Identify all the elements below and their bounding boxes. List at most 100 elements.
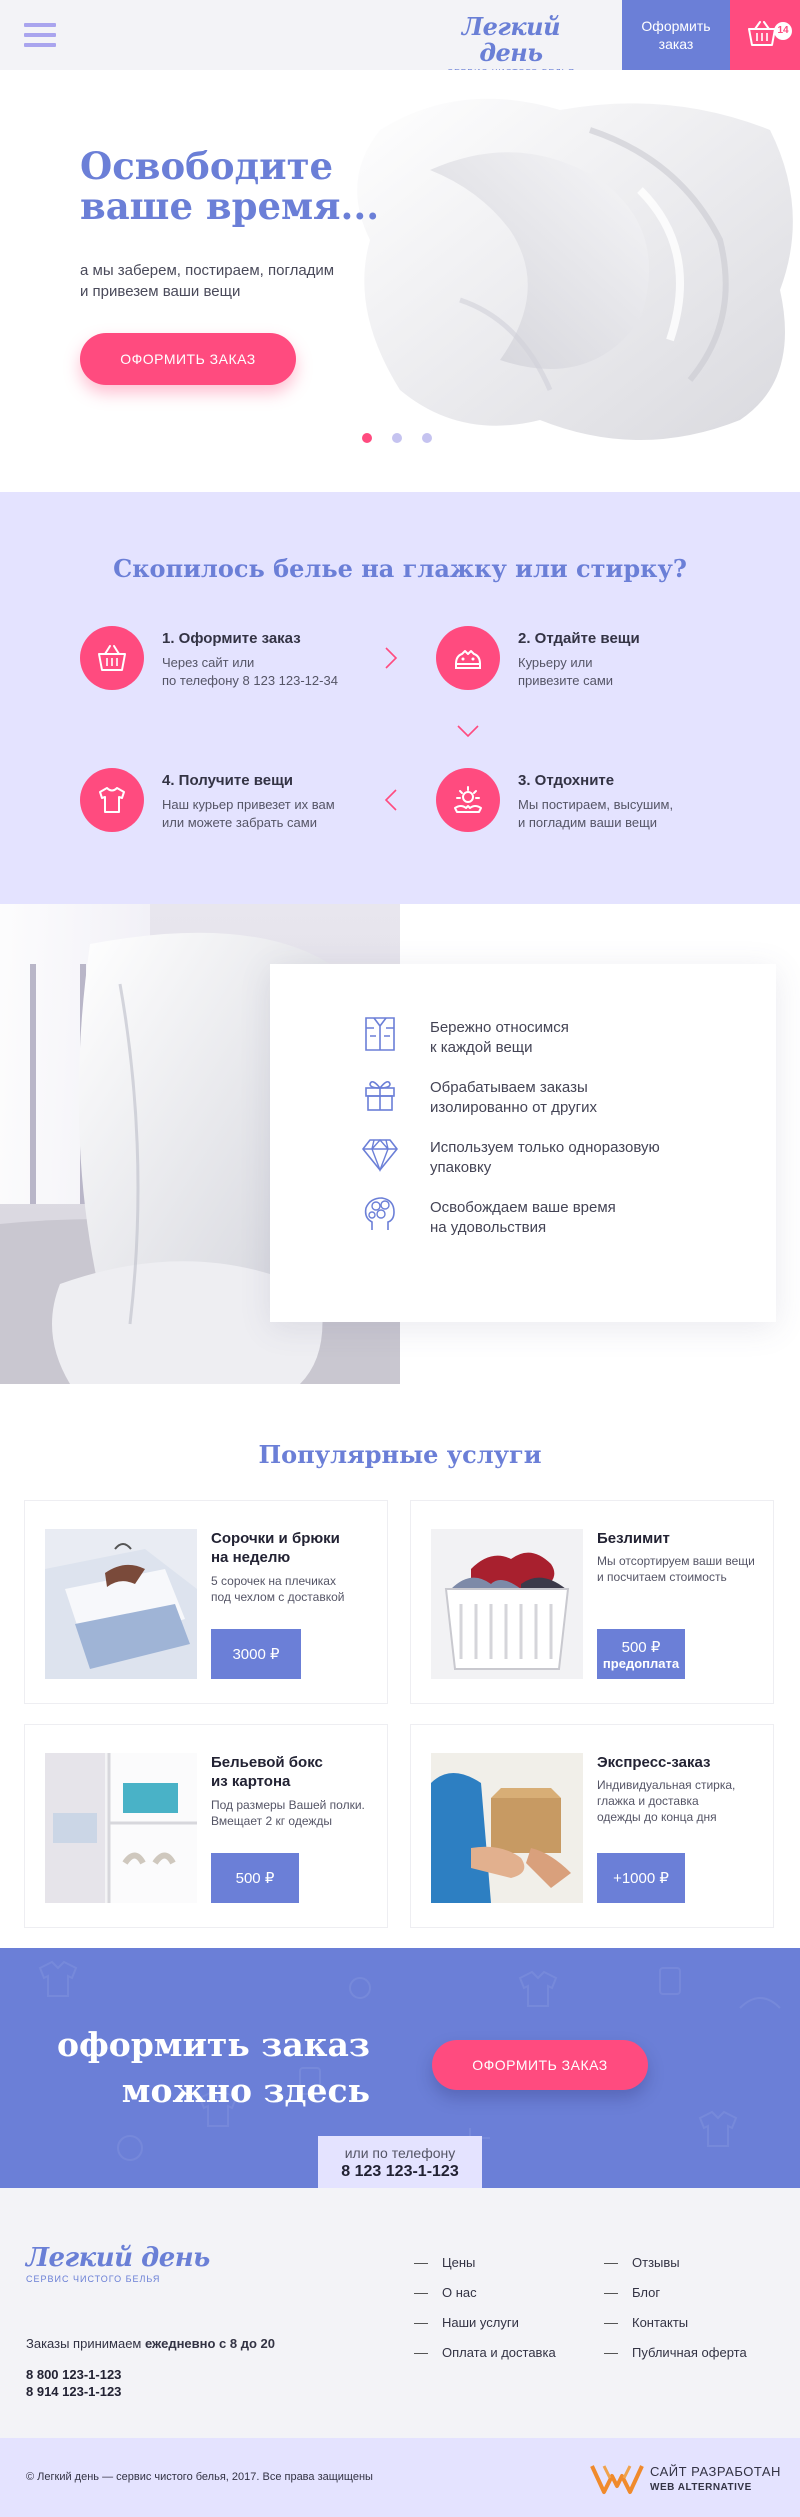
service-card-express[interactable]: Экспресс-заказ Индивидуальная стирка, гл… xyxy=(410,1724,774,1928)
copyright-text: © Легкий день — сервис чистого белья, 20… xyxy=(26,2471,373,2483)
menu-icon[interactable] xyxy=(24,23,56,47)
price-button-express[interactable]: +1000 ₽ xyxy=(597,1853,685,1903)
cart-button[interactable]: 14 xyxy=(730,0,800,70)
hero-slider: Освободите ваше время... а мы заберем, п… xyxy=(0,70,800,492)
step-1: 1. Оформите заказ Через сайт или по теле… xyxy=(80,626,380,696)
footer-link-blog[interactable]: Блог xyxy=(604,2284,747,2314)
step-3-circle xyxy=(436,768,500,832)
step-4-desc: Наш курьер привезет их вам или можете за… xyxy=(162,796,382,832)
hero-text-line2: и привезем ваши вещи xyxy=(80,283,241,300)
cta-title-line2: можно здесь xyxy=(121,2071,370,2110)
footer-link-about[interactable]: О нас xyxy=(414,2284,556,2314)
basket-icon xyxy=(748,21,776,46)
feature-item-3: Используем только одноразовую упаковку xyxy=(360,1134,740,1178)
feature-text-2: Обрабатываем заказы изолированно от друг… xyxy=(430,1078,597,1118)
service-card-box[interactable]: Бельевой бокс из картона Под размеры Ваш… xyxy=(24,1724,388,1928)
step-1-line2: по телефону 8 123 123-12-34 xyxy=(162,673,338,688)
card1-desc-line2: под чехлом с доставкой xyxy=(211,1590,345,1604)
hero-title: Освободите ваше время... xyxy=(80,146,440,226)
step-3-line2: и погладим ваши вещи xyxy=(518,815,658,830)
price-button-box[interactable]: 500 ₽ xyxy=(211,1853,299,1903)
price-button-unlimited[interactable]: 500 ₽ предоплата xyxy=(597,1629,685,1679)
slider-dot-3[interactable] xyxy=(422,433,432,443)
service-card-unlimited[interactable]: Безлимит Мы отсортируем ваши вещи и посч… xyxy=(410,1500,774,1704)
footer-phone-1[interactable]: 8 800 123-1-123 xyxy=(26,2366,121,2383)
hero-order-button[interactable]: Оформить заказ xyxy=(80,333,296,385)
developer-link[interactable]: Сайт разработан Web Alternative xyxy=(590,2460,790,2500)
card3-title-line1: Бельевой бокс xyxy=(211,1754,323,1771)
chevron-down-icon xyxy=(457,725,479,738)
step-1-circle xyxy=(80,626,144,690)
footer-bottom-bar: © Легкий день — сервис чистого белья, 20… xyxy=(0,2438,800,2517)
logo-name: Легкий день xyxy=(461,12,561,67)
shirt-icon xyxy=(99,787,125,813)
price-button-shirts[interactable]: 3000 ₽ xyxy=(211,1629,301,1679)
card2-price-sub: предоплата xyxy=(602,1655,680,1671)
footer-logo-name: Легкий день xyxy=(26,2243,210,2273)
order-hours: Заказы принимаем ежедневно с 8 до 20 xyxy=(26,2336,275,2351)
footer-phone-2[interactable]: 8 914 123-1-123 xyxy=(26,2383,121,2400)
laundry-basket-photo xyxy=(431,1529,583,1679)
order-cta-section: оформить заказ можно здесь Оформить зака… xyxy=(0,1948,800,2188)
footer-link-services[interactable]: Наши услуги xyxy=(414,2314,556,2344)
footer-link-offer[interactable]: Публичная оферта xyxy=(604,2344,747,2374)
hero-subtitle: а мы заберем, постираем, погладим и прив… xyxy=(80,260,380,302)
step-4-title: 4. Получите вещи xyxy=(162,772,293,789)
features-section: Бережно относимся к каждой вещи Обрабаты… xyxy=(0,904,800,1384)
step-1-line1: Через сайт или xyxy=(162,655,255,670)
card3-desc-line2: Вмещает 2 кг одежды xyxy=(211,1814,333,1828)
step-4-circle xyxy=(80,768,144,832)
service-desc-box: Под размеры Вашей полки. Вмещает 2 кг од… xyxy=(211,1797,387,1829)
clothes-pile-icon xyxy=(455,650,481,669)
cta-phone-number[interactable]: 8 123 123-1-123 xyxy=(318,2163,482,2181)
step-2-title: 2. Отдайте вещи xyxy=(518,630,640,647)
card4-desc-line2: глажка и доставка xyxy=(597,1794,699,1808)
service-card-shirts[interactable]: Сорочки и брюки на неделю 5 сорочек на п… xyxy=(24,1500,388,1704)
feature-1-line1: Бережно относимся xyxy=(430,1019,569,1036)
feature-item-2: Обрабатываем заказы изолированно от друг… xyxy=(360,1074,740,1118)
features-card: Бережно относимся к каждой вещи Обрабаты… xyxy=(270,964,776,1322)
footer-link-prices[interactable]: Цены xyxy=(414,2254,556,2284)
feature-2-line1: Обрабатываем заказы xyxy=(430,1079,588,1096)
cta-phone-label: или по телефону xyxy=(344,2145,456,2161)
card4-title-line1: Экспресс-заказ xyxy=(597,1754,711,1771)
feature-3-line2: упаковку xyxy=(430,1159,492,1176)
service-desc-express: Индивидуальная стирка, глажка и доставка… xyxy=(597,1777,773,1825)
step-3-line1: Мы постираем, высушим, xyxy=(518,797,674,812)
step-2-line2: привезите сами xyxy=(518,673,614,688)
step-1-desc: Через сайт или по телефону 8 123 123-12-… xyxy=(162,654,382,690)
footer-logo[interactable]: Легкий день сервис чистого белья xyxy=(26,2244,210,2284)
hero-cloth-image xyxy=(357,98,793,440)
header-order-label: Оформить заказ xyxy=(641,18,711,52)
footer-link-contacts[interactable]: Контакты xyxy=(604,2314,747,2344)
slider-dot-1[interactable] xyxy=(362,433,372,443)
footer-link-reviews[interactable]: Отзывы xyxy=(604,2254,747,2284)
step-2-line1: Курьеру или xyxy=(518,655,593,670)
header-order-button[interactable]: Оформить заказ xyxy=(622,0,730,70)
site-logo[interactable]: Легкий день сервис чистого белья xyxy=(436,12,586,78)
shirts-photo xyxy=(45,1529,197,1679)
card4-desc-line3: одежды до конца дня xyxy=(597,1810,717,1824)
step-4-line2: или можете забрать сами xyxy=(162,815,317,830)
feature-4-line2: на удовольствия xyxy=(430,1219,547,1236)
developer-name: Web Alternative xyxy=(650,2482,752,2493)
service-desc-shirts: 5 сорочек на плечиках под чехлом с доста… xyxy=(211,1573,387,1605)
web-alternative-logo-icon xyxy=(590,2465,644,2494)
courier-photo xyxy=(431,1753,583,1903)
developer-label: Сайт разработан xyxy=(650,2464,781,2479)
footer-link-payment[interactable]: Оплата и доставка xyxy=(414,2344,556,2374)
card2-desc-line1: Мы отсортируем ваши вещи xyxy=(597,1554,755,1568)
order-hours-bold: ежедневно с 8 до 20 xyxy=(144,2336,275,2351)
footer-nav-col2: Отзывы Блог Контакты Публичная оферта xyxy=(604,2254,747,2374)
card2-title-line1: Безлимит xyxy=(597,1530,670,1547)
step-2-desc: Курьеру или привезите сами xyxy=(518,654,738,690)
cta-order-button[interactable]: Оформить заказ xyxy=(432,2040,648,2090)
card1-title-line2: на неделю xyxy=(211,1549,291,1566)
feature-text-1: Бережно относимся к каждой вещи xyxy=(430,1018,569,1058)
slider-dot-2[interactable] xyxy=(392,433,402,443)
basket-icon xyxy=(98,645,126,671)
card3-desc-line1: Под размеры Вашей полки. xyxy=(211,1798,365,1812)
cta-title-line1: оформить заказ xyxy=(56,2025,370,2064)
card2-desc-line2: и посчитаем стоимость xyxy=(597,1570,727,1584)
card1-price: 3000 ₽ xyxy=(232,1646,280,1663)
